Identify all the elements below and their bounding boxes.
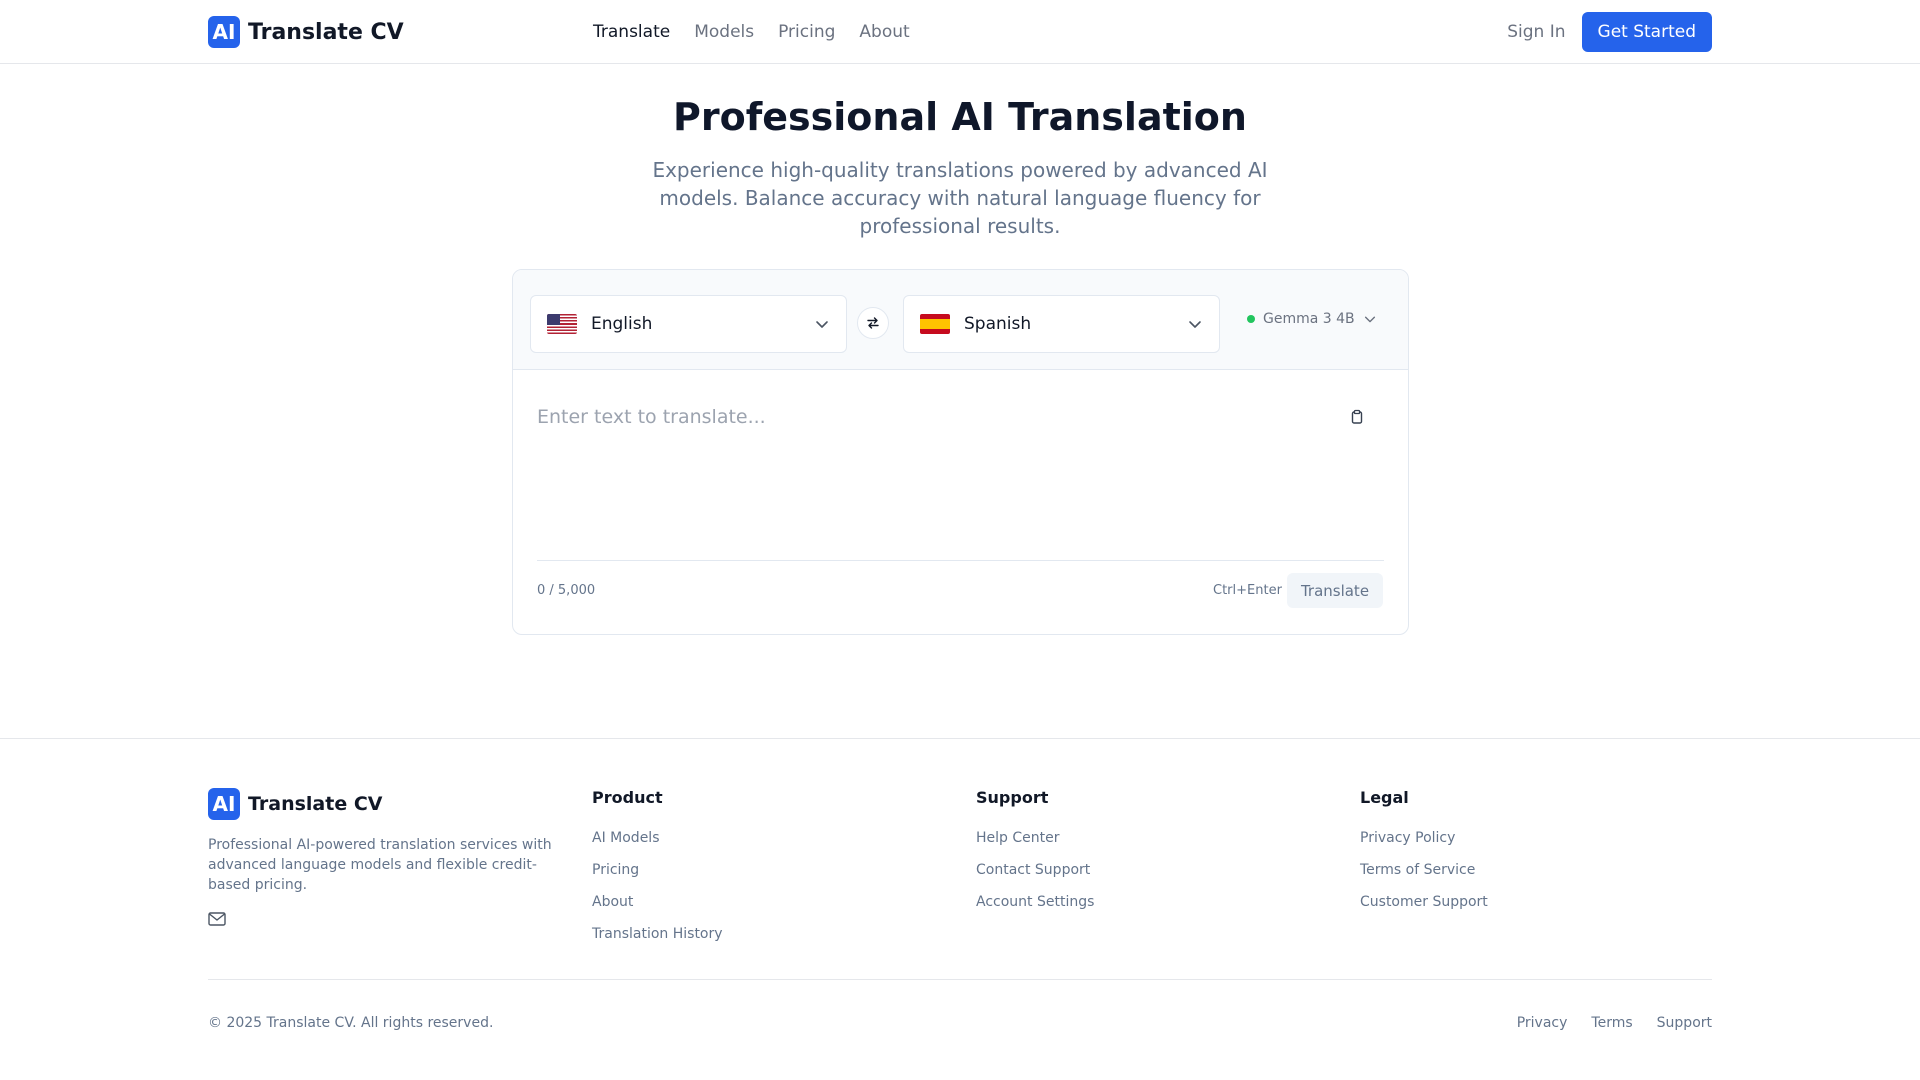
character-counter: 0 / 5,000	[537, 583, 596, 598]
footer-logo-badge: AI	[208, 788, 240, 820]
main-nav: Translate Models Pricing About	[593, 0, 910, 64]
nav-pricing[interactable]: Pricing	[778, 22, 835, 42]
chevron-down-icon	[1364, 316, 1375, 323]
footer-link-customer-support[interactable]: Customer Support	[1360, 892, 1488, 924]
chevron-down-icon	[1189, 321, 1201, 328]
bottom-link-terms[interactable]: Terms	[1591, 1015, 1632, 1031]
footer-brand[interactable]: AI Translate CV	[208, 788, 382, 820]
translator-toolbar: English Spanish Gemma 3 4B	[513, 270, 1408, 370]
model-name: Gemma 3 4B	[1263, 311, 1355, 327]
page-title: Professional AI Translation	[673, 95, 1247, 139]
mail-icon[interactable]	[208, 912, 226, 926]
footer-link-help-center[interactable]: Help Center	[976, 828, 1094, 860]
target-language-select[interactable]: Spanish	[903, 295, 1220, 353]
source-language-select[interactable]: English	[530, 295, 847, 353]
nav-models[interactable]: Models	[694, 22, 754, 42]
footer-description: Professional AI-powered translation serv…	[208, 837, 552, 893]
source-language-label: English	[591, 314, 653, 334]
clipboard-icon[interactable]	[1349, 409, 1365, 425]
header-inner: AI Translate CV Sign In Get Started	[208, 0, 1712, 64]
nav-about[interactable]: About	[859, 22, 909, 42]
us-flag-icon	[547, 314, 577, 334]
footer-column-title: Support	[976, 788, 1049, 807]
footer-brand-name: Translate CV	[248, 793, 383, 815]
chevron-down-icon	[816, 321, 828, 328]
spain-flag-icon	[920, 314, 950, 334]
site-footer: AI Translate CV Professional AI-powered …	[0, 738, 1920, 1080]
footer-column-legal: Legal Privacy Policy Terms of Service Cu…	[1360, 788, 1488, 924]
bottom-link-privacy[interactable]: Privacy	[1517, 1015, 1568, 1031]
model-selector[interactable]: Gemma 3 4B	[1247, 307, 1377, 331]
site-header: AI Translate CV Sign In Get Started Tran…	[0, 0, 1920, 64]
footer-link-about[interactable]: About	[592, 892, 723, 924]
header-actions: Sign In Get Started	[1507, 12, 1712, 52]
keyboard-shortcut-hint: Ctrl+Enter	[1213, 583, 1282, 598]
hero: Professional AI Translation Experience h…	[0, 94, 1920, 240]
footer-link-translation-history[interactable]: Translation History	[592, 924, 723, 956]
sign-in-link[interactable]: Sign In	[1507, 22, 1565, 42]
footer-bottom-links: Privacy Terms Support	[1517, 1015, 1712, 1031]
input-divider	[537, 560, 1384, 561]
footer-link-contact-support[interactable]: Contact Support	[976, 860, 1094, 892]
footer-link-pricing[interactable]: Pricing	[592, 860, 723, 892]
footer-link-terms-of-service[interactable]: Terms of Service	[1360, 860, 1488, 892]
footer-column-support: Support Help Center Contact Support Acco…	[976, 788, 1094, 924]
model-status-dot	[1247, 315, 1255, 323]
footer-link-privacy-policy[interactable]: Privacy Policy	[1360, 828, 1488, 860]
footer-column-product: Product AI Models Pricing About Translat…	[592, 788, 723, 956]
brand-link[interactable]: AI Translate CV	[208, 16, 404, 48]
translate-button[interactable]: Translate	[1287, 573, 1383, 608]
source-text-input[interactable]: Enter text to translate...	[537, 406, 766, 428]
swap-icon	[867, 317, 879, 329]
footer-link-account-settings[interactable]: Account Settings	[976, 892, 1094, 924]
footer-divider	[208, 979, 1712, 980]
footer-link-ai-models[interactable]: AI Models	[592, 828, 723, 860]
logo-badge: AI	[208, 16, 240, 48]
copyright-text: © 2025 Translate CV. All rights reserved…	[208, 1015, 494, 1031]
nav-translate[interactable]: Translate	[593, 22, 670, 42]
target-language-label: Spanish	[964, 314, 1032, 334]
footer-column-title: Product	[592, 788, 663, 807]
translator-card: English Spanish Gemma 3 4B Enter text to…	[512, 269, 1409, 635]
page-subtitle: Experience high-quality translations pow…	[652, 158, 1268, 238]
bottom-link-support[interactable]: Support	[1657, 1015, 1712, 1031]
brand-name: Translate CV	[248, 19, 404, 45]
swap-languages-button[interactable]	[857, 307, 889, 339]
footer-column-title: Legal	[1360, 788, 1409, 807]
get-started-button[interactable]: Get Started	[1581, 12, 1712, 52]
